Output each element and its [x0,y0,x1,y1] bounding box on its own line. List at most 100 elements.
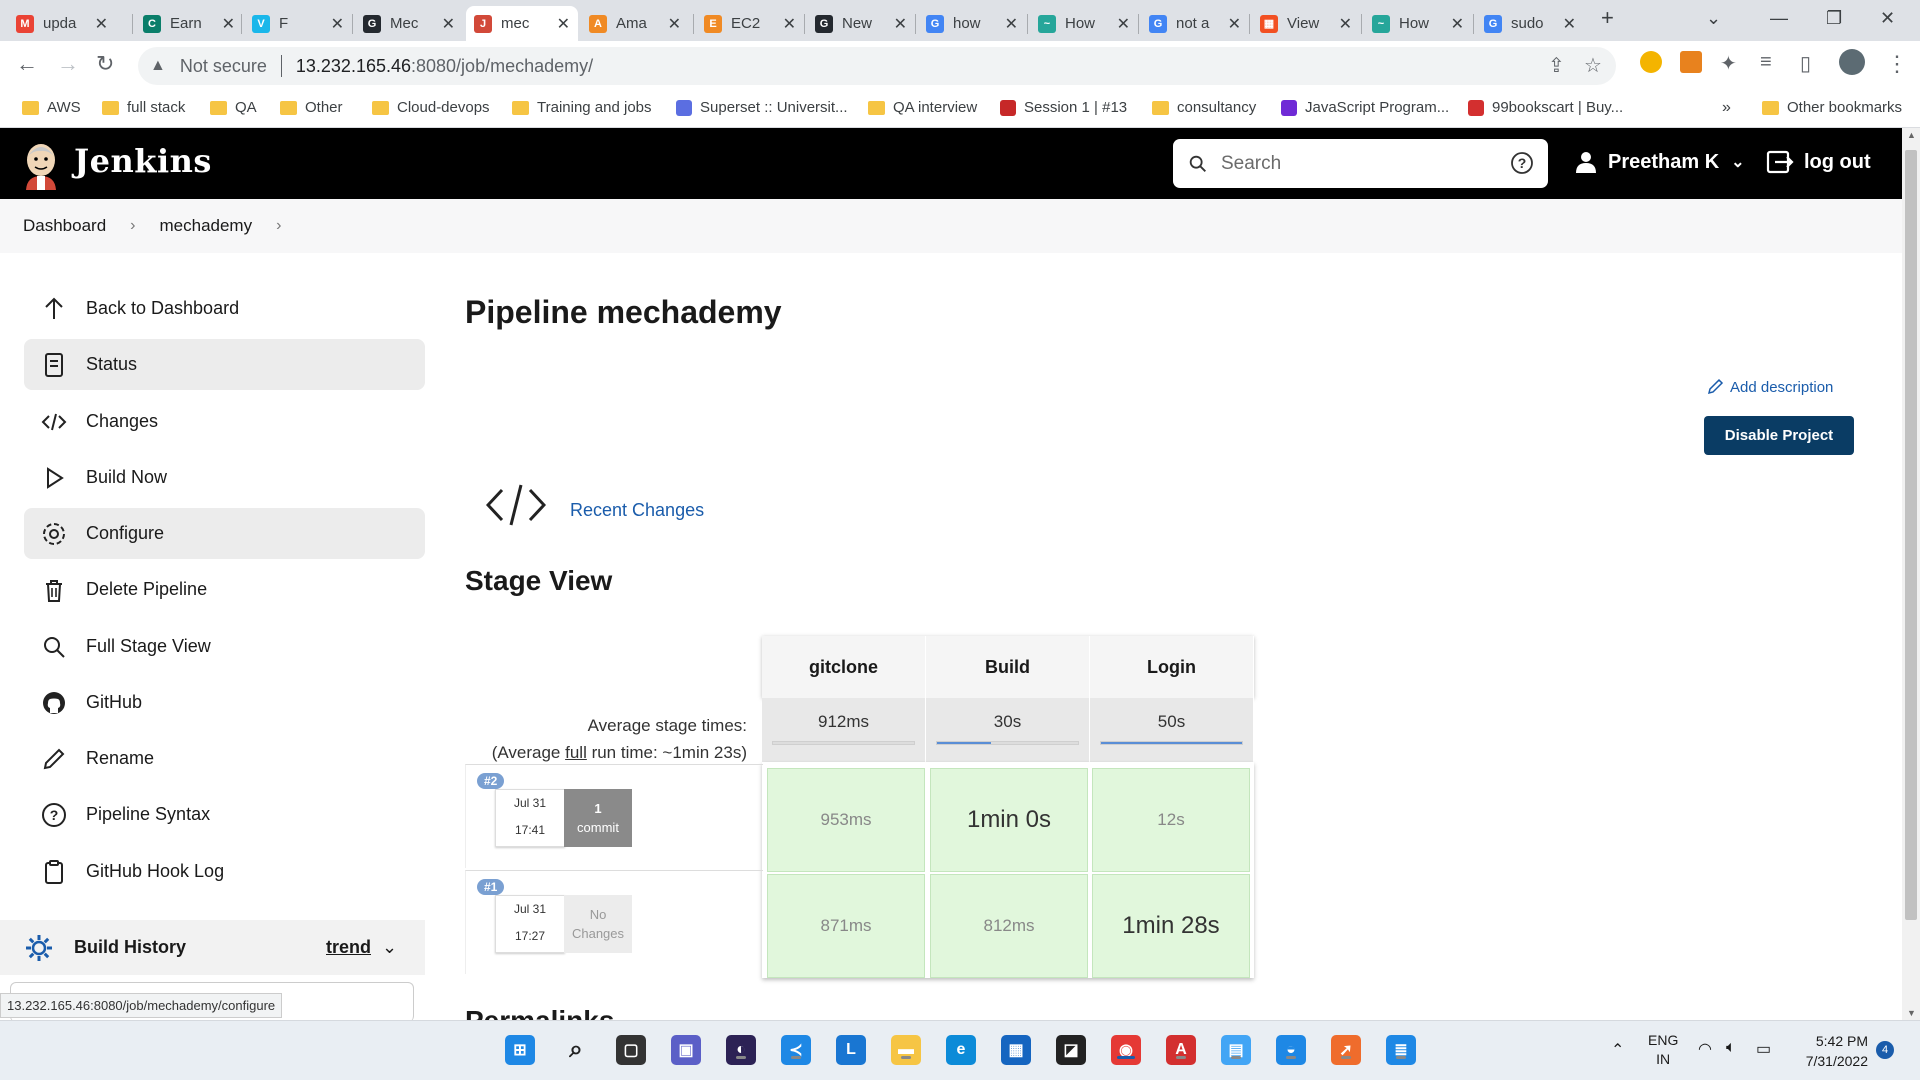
breadcrumb-dashboard[interactable]: Dashboard [23,216,106,236]
build-changes[interactable]: 1 commit [564,789,632,847]
chevron-right-icon[interactable]: › [276,217,281,235]
metamask-icon[interactable] [1680,51,1702,73]
bookmark-item[interactable]: consultancy [1152,99,1256,116]
sidebar-item[interactable]: Rename [24,733,425,784]
search-icon[interactable]: ⌕ [561,1035,591,1065]
help-circle-icon[interactable]: ? [1510,151,1534,175]
edge-icon[interactable]: e [946,1035,976,1065]
windows-start-icon[interactable]: ⊞ [505,1035,535,1065]
docker-icon[interactable]: ◒ [1276,1035,1306,1065]
bookmark-star-icon[interactable]: ☆ [1584,53,1602,78]
close-tab-icon[interactable]: ✕ [222,14,235,34]
disable-project-button[interactable]: Disable Project [1704,416,1854,455]
sidebar-item[interactable]: Status [24,339,425,390]
profile-avatar[interactable] [1839,49,1865,75]
scrollbar-thumb[interactable] [1905,150,1917,920]
chevron-down-icon[interactable]: ⌄ [382,937,397,958]
bookmark-item[interactable]: Other [280,99,343,116]
browser-tab[interactable]: ▦ View ✕ [1252,6,1360,41]
stage-result-cell[interactable]: 1min 0s [930,768,1088,872]
close-tab-icon[interactable]: ✕ [1005,14,1018,34]
close-tab-icon[interactable]: ✕ [783,14,796,34]
browser-tab[interactable]: C Earn ✕ [135,6,243,41]
build-run-row[interactable]: #1 Jul 31 17:27 No Changes [465,870,763,974]
battery-icon[interactable]: ▭ [1756,1039,1771,1059]
sidebar-item[interactable]: GitHub Hook Log [24,846,425,897]
reload-icon[interactable]: ↻ [96,51,114,77]
side-panel-icon[interactable]: ▯ [1800,51,1811,76]
build-number-badge[interactable]: #1 [477,879,505,895]
sidebar-item[interactable]: Build Now [24,452,425,503]
jenkins-brand[interactable]: Jenkins [74,142,212,180]
build-run-row[interactable]: #2 Jul 31 17:41 1 commit [465,764,763,868]
bookmark-item[interactable]: QA interview [868,99,977,116]
close-tab-icon[interactable]: ✕ [1228,14,1241,34]
browser-tab[interactable]: G Mec ✕ [355,6,463,41]
close-tab-icon[interactable]: ✕ [331,14,344,34]
stage-result-cell[interactable]: 12s [1092,768,1250,872]
add-description-link[interactable]: Add description [1706,378,1833,396]
teams-icon[interactable]: ▣ [671,1035,701,1065]
close-tab-icon[interactable]: ✕ [557,14,570,34]
bookmark-item[interactable]: 99bookscart | Buy... [1468,99,1623,116]
bookmark-item[interactable]: Superset :: Universit... [676,99,848,116]
volume-icon[interactable]: 🔈︎ [1726,1039,1736,1057]
close-tab-icon[interactable]: ✕ [668,14,681,34]
browser-tab[interactable]: G New ✕ [807,6,915,41]
bookmark-item[interactable]: QA [210,99,257,116]
browser-tab[interactable]: Ghow ✕ [918,6,1026,41]
tray-chevron-up-icon[interactable]: ⌃ [1611,1040,1624,1060]
scroll-down-icon[interactable]: ▼ [1907,1008,1916,1018]
sidebar-item[interactable]: Configure [24,508,425,559]
jenkins-logo-icon[interactable] [22,140,60,190]
sidebar-item[interactable]: Changes [24,396,425,447]
notification-badge[interactable]: 4 [1876,1041,1894,1059]
reading-list-icon[interactable]: ≡ [1760,51,1772,74]
browser-tab[interactable]: ~ How ✕ [1030,6,1138,41]
chevron-right-icon[interactable]: › [130,217,135,235]
browser-tab[interactable]: V F ✕ [244,6,352,41]
bookmark-item[interactable]: full stack [102,99,185,116]
minimize-icon[interactable]: — [1770,8,1788,29]
browser-tab[interactable]: Gnot a ✕ [1141,6,1249,41]
stage-result-cell[interactable]: 812ms [930,874,1088,978]
back-icon[interactable]: ← [16,51,38,77]
close-tab-icon[interactable]: ✕ [1339,14,1352,34]
browser-tab[interactable]: Jmec ✕ [466,6,578,41]
sidebar-item[interactable]: GitHub [24,677,425,728]
security-label[interactable]: Not secure [180,56,267,77]
close-tab-icon[interactable]: ✕ [894,14,907,34]
browser-tab[interactable]: ~ How ✕ [1364,6,1472,41]
user-menu[interactable]: Preetham K ⌄ [1574,150,1745,174]
sidebar-item[interactable]: Delete Pipeline [24,564,425,615]
logout-link[interactable]: log out [1766,150,1871,174]
share-icon[interactable]: ⇪ [1548,53,1565,78]
stage-result-cell[interactable]: 953ms [767,768,925,872]
language-indicator[interactable]: ENG IN [1648,1031,1678,1069]
clock[interactable]: 5:42 PM 7/31/2022 [1796,1031,1868,1071]
maximize-icon[interactable]: ❐ [1826,8,1842,29]
scroll-up-icon[interactable]: ▲ [1907,130,1916,140]
sidebar-item[interactable]: ? Pipeline Syntax [24,789,425,840]
sticky-notes-icon[interactable]: ◪ [1056,1035,1086,1065]
stage-result-cell[interactable]: 1min 28s [1092,874,1250,978]
bookmark-item[interactable]: Training and jobs [512,99,652,116]
avg-full-link[interactable]: full [565,743,587,762]
l-app-icon[interactable]: L [836,1035,866,1065]
trend-link[interactable]: trend [326,937,371,958]
search-box[interactable]: ? [1173,139,1548,188]
breadcrumb-mechademy[interactable]: mechademy [160,216,253,236]
task-view-icon[interactable]: ▢ [616,1035,646,1065]
bookmark-item[interactable]: Cloud-devops [372,99,490,116]
wifi-icon[interactable]: ◠ [1698,1039,1712,1059]
forward-icon[interactable]: → [57,51,79,77]
stage-result-cell[interactable]: 871ms [767,874,925,978]
browser-tab[interactable]: Mupda ✕ [8,6,116,41]
other-bookmarks[interactable]: Other bookmarks [1762,99,1902,116]
close-tab-icon[interactable]: ✕ [1117,14,1130,34]
new-tab-icon[interactable]: + [1601,5,1614,31]
bookmark-item[interactable]: Session 1 | #13 [1000,99,1127,116]
close-window-icon[interactable]: ✕ [1880,8,1895,29]
close-tab-icon[interactable]: ✕ [1451,14,1464,34]
extensions-puzzle-icon[interactable]: ✦ [1720,51,1737,76]
